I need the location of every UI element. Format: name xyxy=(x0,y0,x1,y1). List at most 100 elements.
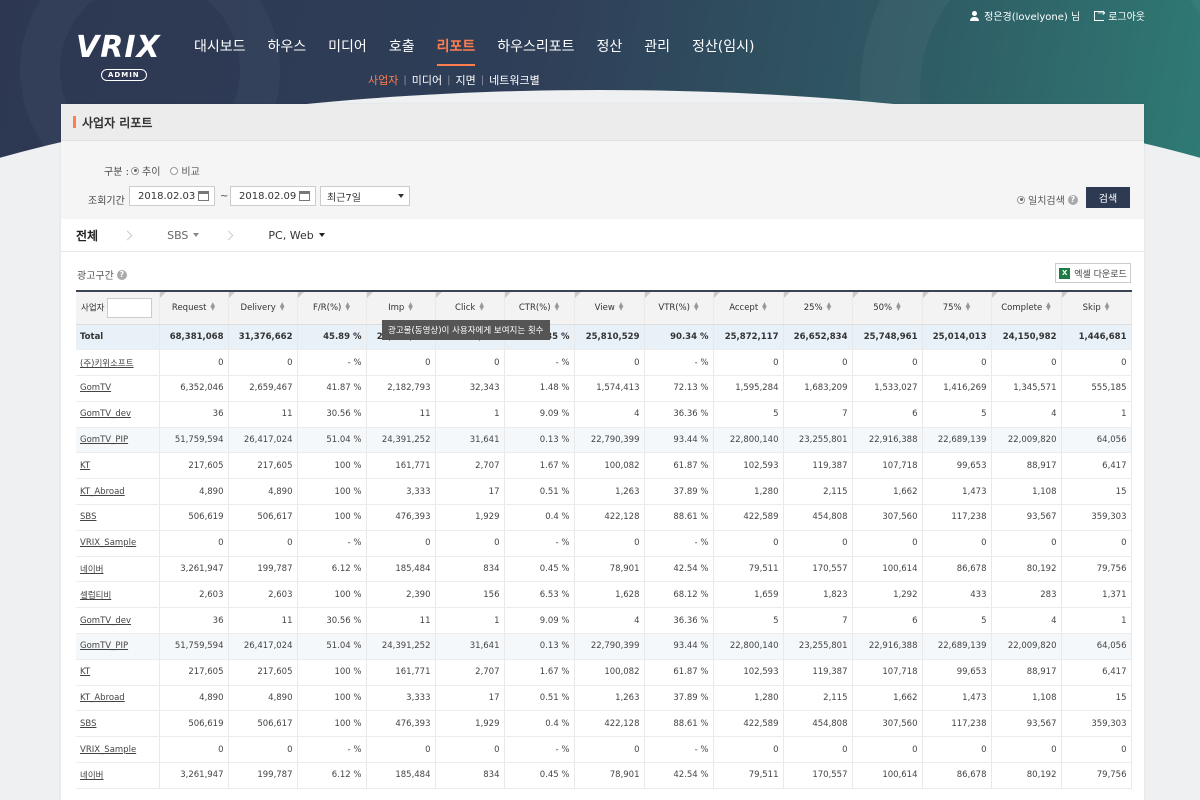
sort-icon[interactable]: ▲ ▼ xyxy=(896,302,901,312)
sort-icon[interactable]: ▲ ▼ xyxy=(479,302,484,312)
column-header[interactable]: View ▲ ▼ xyxy=(574,290,645,325)
daily-search-option[interactable]: 일치검색 ? xyxy=(1017,192,1078,207)
sort-icon[interactable]: ▲ ▼ xyxy=(827,302,832,312)
company-link[interactable]: SBS xyxy=(80,719,96,729)
daily-search-radio[interactable]: 일치검색 xyxy=(1017,192,1065,207)
subnav-item[interactable]: 네트워크별 xyxy=(489,72,540,88)
table-cell: 0 xyxy=(922,349,992,377)
nav-item[interactable]: 하우스 xyxy=(268,36,307,66)
table-cell: 90.34 % xyxy=(644,324,714,351)
radio-compare[interactable]: 비교 xyxy=(170,163,200,178)
table-row: 네이버 3,261,947 199,787 6.12 % 185,484 834 0.45 … xyxy=(76,556,1132,583)
company-link[interactable]: GomTV xyxy=(80,383,111,393)
sort-icon[interactable]: ▲ ▼ xyxy=(1105,302,1110,312)
company-link[interactable]: 네이버 xyxy=(80,565,103,575)
table-cell: 0.13 % xyxy=(504,427,575,454)
company-link[interactable]: 네이버 xyxy=(80,771,103,781)
subnav-item[interactable]: 사업자 xyxy=(368,72,398,88)
calendar-icon[interactable] xyxy=(198,191,209,201)
breadcrumb-all[interactable]: 전체 xyxy=(76,227,98,244)
nav-item[interactable]: 호출 xyxy=(389,36,415,66)
help-icon[interactable]: ? xyxy=(1067,194,1078,205)
column-header[interactable]: 50% ▲ ▼ xyxy=(852,290,923,325)
nav-item[interactable]: 미디어 xyxy=(328,36,367,66)
column-header[interactable]: Accept ▲ ▼ xyxy=(713,290,784,325)
table-cell: 1,446,681 xyxy=(1061,324,1132,351)
company-link[interactable]: KT xyxy=(80,667,90,677)
help-icon[interactable]: ? xyxy=(116,269,127,280)
sort-icon[interactable]: ▲ ▼ xyxy=(1046,302,1051,312)
sort-icon[interactable]: ▲ ▼ xyxy=(762,302,767,312)
nav-item[interactable]: 리포트 xyxy=(436,36,475,66)
company-link[interactable]: VRIX_Sample xyxy=(80,538,136,548)
column-header[interactable]: VTR(%) ▲ ▼ xyxy=(644,290,714,325)
table-cell: 454,808 xyxy=(783,504,853,531)
nav-item[interactable]: 정산(임시) xyxy=(692,36,754,66)
table-cell: - % xyxy=(644,736,714,764)
period-preset-select[interactable]: 최근7일 xyxy=(320,186,410,206)
column-header[interactable]: 75% ▲ ▼ xyxy=(922,290,992,325)
sort-icon[interactable]: ▲ ▼ xyxy=(210,302,215,312)
excel-download-button[interactable]: X 엑셀 다운로드 xyxy=(1055,263,1131,283)
company-link[interactable]: KT xyxy=(80,461,90,471)
search-button[interactable]: 검색 xyxy=(1086,187,1130,208)
company-link[interactable]: KT_Abroad xyxy=(80,693,125,703)
table-cell: 30.56 % xyxy=(297,401,367,428)
type-label: 구분 : xyxy=(104,167,129,178)
sort-icon[interactable]: ▲ ▼ xyxy=(555,302,560,312)
company-link[interactable]: VRIX_Sample xyxy=(80,745,136,755)
company-link[interactable]: SBS xyxy=(80,512,96,522)
table-cell: 51.04 % xyxy=(297,633,367,660)
nav-item[interactable]: 하우스리포트 xyxy=(497,36,574,66)
sort-icon[interactable]: ▲ ▼ xyxy=(694,302,699,312)
table-cell: 64,056 xyxy=(1061,633,1132,660)
column-header[interactable]: Complete ▲ ▼ xyxy=(991,290,1062,325)
subnav-item[interactable]: 미디어 xyxy=(412,72,442,88)
column-header[interactable]: F/R(%) ▲ ▼ xyxy=(297,290,367,325)
logout-link[interactable]: 로그아웃 xyxy=(1108,8,1145,23)
nav-item[interactable]: 대시보드 xyxy=(194,36,246,66)
date-to-field[interactable]: 2018.02.09 xyxy=(230,186,316,206)
company-link[interactable]: GomTV_dev xyxy=(80,616,131,626)
company-link[interactable]: GomTV_dev xyxy=(80,409,131,419)
sort-icon[interactable]: ▲ ▼ xyxy=(619,302,624,312)
nav-item[interactable]: 관리 xyxy=(644,36,670,66)
table-row: (주)키위소프트 0 0- % 0 0- % 0- % 0 0 0 0 0 0 xyxy=(76,349,1132,377)
table-cell: 31,641 xyxy=(435,427,505,454)
company-filter-input[interactable] xyxy=(107,297,153,318)
table-cell: 51,759,594 xyxy=(159,633,229,660)
nav-item[interactable]: 정산 xyxy=(597,36,623,66)
column-header[interactable]: Request ▲ ▼ xyxy=(159,290,229,325)
column-header-company[interactable]: 사업자 xyxy=(76,290,160,325)
logout-icon[interactable] xyxy=(1094,8,1106,21)
column-header[interactable]: 25% ▲ ▼ xyxy=(783,290,853,325)
subnav-separator: | xyxy=(447,74,451,86)
sort-icon[interactable]: ▲ ▼ xyxy=(345,302,350,312)
breadcrumb-sbs[interactable]: SBS xyxy=(167,229,200,242)
company-link[interactable]: KT_Abroad xyxy=(80,487,125,497)
calendar-icon[interactable] xyxy=(299,191,310,201)
company-link[interactable]: GomTV_PIP xyxy=(80,641,128,651)
table-cell: 506,617 xyxy=(228,710,298,738)
table-cell: 42.54 % xyxy=(644,762,714,789)
company-link[interactable]: 셀럽티비 xyxy=(80,591,111,601)
date-from-field[interactable]: 2018.02.03 xyxy=(129,186,215,206)
table-cell: 1,108 xyxy=(991,685,1062,712)
company-link[interactable]: GomTV_PIP xyxy=(80,435,128,445)
table-cell: 506,619 xyxy=(159,504,229,531)
table-cell: 0.4 % xyxy=(504,504,575,531)
sort-icon[interactable]: ▲ ▼ xyxy=(280,302,285,312)
company-link[interactable]: (주)키위소프트 xyxy=(80,359,134,369)
subnav-item[interactable]: 지면 xyxy=(456,72,476,88)
breadcrumb-platform[interactable]: PC, Web xyxy=(268,229,325,242)
column-header[interactable]: Skip ▲ ▼ xyxy=(1061,290,1132,325)
table-cell: 41.87 % xyxy=(297,375,367,402)
user-name[interactable]: 정은경(lovelyone) 님 xyxy=(984,8,1080,23)
vrix-logo[interactable]: VRIX ADMIN xyxy=(76,30,160,82)
column-header[interactable]: Delivery ▲ ▼ xyxy=(228,290,298,325)
radio-trend[interactable]: 추이 xyxy=(131,163,160,178)
table-cell: 433 xyxy=(922,581,992,609)
chevron-right-icon xyxy=(122,230,133,240)
sort-icon[interactable]: ▲ ▼ xyxy=(966,302,971,312)
sort-icon[interactable]: ▲ ▼ xyxy=(408,302,413,312)
